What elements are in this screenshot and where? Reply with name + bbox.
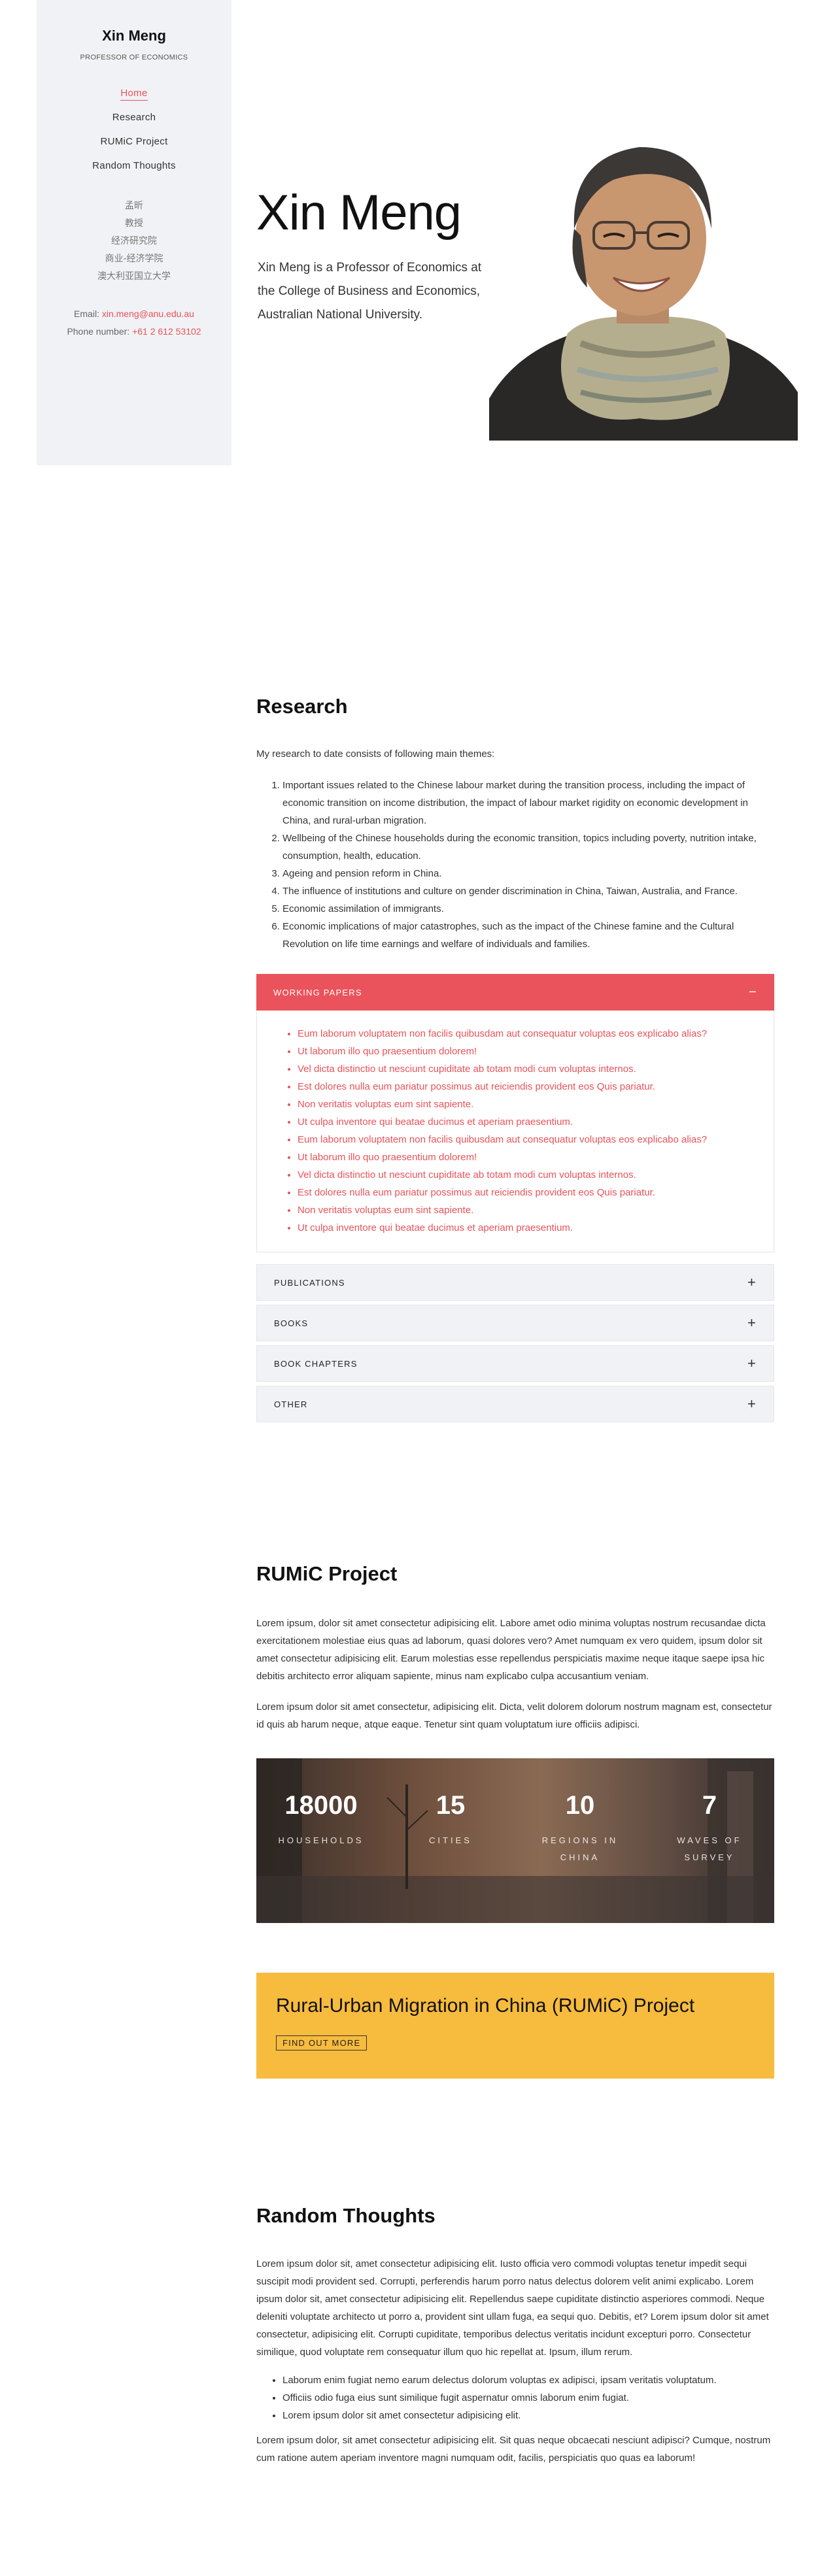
- paper-link[interactable]: Ut laborum illo quo praesentium dolorem!: [298, 1148, 774, 1166]
- phone-row: Phone number: +61 2 612 53102: [37, 323, 231, 341]
- random-thoughts-heading: Random Thoughts: [256, 2204, 436, 2227]
- chinese-line: 澳大利亚国立大学: [97, 271, 171, 282]
- sidebar-nav: Home Research RUMiC Project Random Thoug…: [37, 81, 231, 178]
- stats-banner: 18000 HOUSEHOLDS 15 CITIES 10 REGIONS IN…: [256, 1758, 774, 1923]
- stat-waves: 7 WAVES OF SURVEY: [645, 1758, 774, 1923]
- accordion-label: BOOK CHAPTERS: [274, 1358, 358, 1369]
- chinese-titles: 孟昕 教授 经济研究院 商业-经济学院 澳大利亚国立大学: [37, 197, 231, 286]
- plus-icon[interactable]: +: [747, 1274, 757, 1291]
- nav-item-random-thoughts[interactable]: Random Thoughts: [37, 154, 231, 178]
- list-item: Laborum enim fugiat nemo earum delectus …: [282, 2371, 773, 2389]
- thoughts-bullet-list: Laborum enim fugiat nemo earum delectus …: [256, 2371, 773, 2424]
- accordion-working-papers: WORKING PAPERS − Eum laborum voluptatem …: [256, 974, 774, 1252]
- accordion-label: WORKING PAPERS: [273, 987, 362, 997]
- minus-icon[interactable]: −: [749, 985, 757, 1000]
- working-papers-list: Eum laborum voluptatem non facilis quibu…: [298, 1025, 774, 1237]
- stat-label: HOUSEHOLDS: [278, 1835, 364, 1845]
- nav-link-random-thoughts[interactable]: Random Thoughts: [92, 160, 176, 171]
- paper-link[interactable]: Est dolores nulla eum pariatur possimus …: [298, 1184, 774, 1201]
- hero-subtitle: Xin Meng is a Professor of Economics at …: [258, 261, 482, 322]
- paper-link[interactable]: Vel dicta distinctio ut nesciunt cupidit…: [298, 1166, 774, 1184]
- stat-number: 7: [702, 1791, 717, 1820]
- research-heading: Research: [256, 695, 348, 718]
- research-intro: My research to date consists of followin…: [256, 748, 495, 760]
- contact-block: Email: xin.meng@anu.edu.au Phone number:…: [37, 305, 231, 341]
- phone-link[interactable]: +61 2 612 53102: [132, 326, 201, 337]
- email-link[interactable]: xin.meng@anu.edu.au: [102, 309, 194, 319]
- chinese-line: 商业-经济学院: [105, 254, 163, 264]
- accordion-header-book-chapters[interactable]: BOOK CHAPTERS +: [256, 1345, 774, 1382]
- paper-link[interactable]: Ut culpa inventore qui beatae ducimus et…: [298, 1113, 774, 1131]
- accordion-header-books[interactable]: BOOKS +: [256, 1305, 774, 1341]
- list-item: Officiis odio fuga eius sunt similique f…: [282, 2389, 773, 2407]
- site-name[interactable]: Xin Meng: [37, 27, 231, 44]
- paper-link[interactable]: Eum laborum voluptatem non facilis quibu…: [298, 1131, 774, 1148]
- paper-link[interactable]: Non veritatis voluptas eum sint sapiente…: [298, 1201, 774, 1219]
- phone-label: Phone number:: [67, 326, 133, 337]
- list-item: Economic assimilation of immigrants.: [282, 900, 773, 918]
- cta-title: Rural-Urban Migration in China (RUMiC) P…: [276, 1995, 695, 2016]
- stat-number: 10: [565, 1791, 595, 1820]
- stat-regions: 10 REGIONS IN CHINA: [515, 1758, 645, 1923]
- list-item: Wellbeing of the Chinese households duri…: [282, 829, 773, 865]
- stat-label: CITIES: [429, 1835, 472, 1845]
- sidebar: Xin Meng PROFESSOR OF ECONOMICS Home Res…: [37, 0, 231, 465]
- list-item: Lorem ipsum dolor sit amet consectetur a…: [282, 2407, 773, 2424]
- accordion-body-working-papers: Eum laborum voluptatem non facilis quibu…: [256, 1011, 774, 1252]
- list-item: Economic implications of major catastrop…: [282, 918, 773, 953]
- stat-label: REGIONS IN CHINA: [541, 1835, 619, 1862]
- rumic-cta-box: Rural-Urban Migration in China (RUMiC) P…: [256, 1973, 774, 2079]
- paper-link[interactable]: Non veritatis voluptas eum sint sapiente…: [298, 1096, 774, 1113]
- paper-link[interactable]: Ut laborum illo quo praesentium dolorem!: [298, 1043, 774, 1060]
- nav-link-research[interactable]: Research: [112, 112, 156, 123]
- email-row: Email: xin.meng@anu.edu.au: [37, 305, 231, 323]
- chinese-line: 孟昕: [125, 201, 143, 211]
- research-themes-list: Important issues related to the Chinese …: [256, 777, 773, 953]
- nav-link-home[interactable]: Home: [120, 88, 148, 101]
- rumic-paragraph-2: Lorem ipsum dolor sit amet consectetur, …: [256, 1701, 772, 1730]
- nav-link-rumic[interactable]: RUMiC Project: [100, 136, 167, 147]
- paper-link[interactable]: Vel dicta distinctio ut nesciunt cupidit…: [298, 1060, 774, 1078]
- nav-item-home[interactable]: Home: [37, 81, 231, 105]
- accordion-header-publications[interactable]: PUBLICATIONS +: [256, 1264, 774, 1301]
- list-item: The influence of institutions and cultur…: [282, 882, 773, 900]
- paper-link[interactable]: Ut culpa inventore qui beatae ducimus et…: [298, 1219, 774, 1237]
- paper-link[interactable]: Est dolores nulla eum pariatur possimus …: [298, 1078, 774, 1096]
- plus-icon[interactable]: +: [747, 1314, 757, 1331]
- paper-link[interactable]: Eum laborum voluptatem non facilis quibu…: [298, 1025, 774, 1043]
- portrait-image: [489, 118, 798, 441]
- accordion-label: BOOKS: [274, 1318, 309, 1328]
- stat-number: 15: [436, 1791, 466, 1820]
- hero-title: Xin Meng: [256, 185, 462, 241]
- stat-label: WAVES OF SURVEY: [677, 1835, 742, 1862]
- accordion-label: PUBLICATIONS: [274, 1277, 345, 1288]
- site-role: PROFESSOR OF ECONOMICS: [80, 54, 188, 61]
- nav-item-rumic[interactable]: RUMiC Project: [37, 129, 231, 154]
- email-label: Email:: [74, 309, 102, 319]
- accordion-header-working-papers[interactable]: WORKING PAPERS −: [256, 974, 774, 1011]
- thoughts-paragraph-2: Lorem ipsum dolor, sit amet consectetur …: [256, 2435, 771, 2464]
- rumic-paragraph-1: Lorem ipsum, dolor sit amet consectetur …: [256, 1618, 766, 1682]
- stat-cities: 15 CITIES: [386, 1758, 515, 1923]
- thoughts-paragraph-1: Lorem ipsum dolor sit, amet consectetur …: [256, 2258, 769, 2358]
- find-out-more-button[interactable]: FIND OUT MORE: [276, 2035, 367, 2050]
- list-item: Important issues related to the Chinese …: [282, 777, 773, 829]
- accordion-label: OTHER: [274, 1399, 308, 1409]
- stats-row: 18000 HOUSEHOLDS 15 CITIES 10 REGIONS IN…: [256, 1758, 774, 1923]
- nav-item-research[interactable]: Research: [37, 105, 231, 129]
- plus-icon[interactable]: +: [747, 1355, 757, 1372]
- chinese-line: 经济研究院: [111, 236, 157, 246]
- stat-number: 18000: [284, 1791, 358, 1820]
- chinese-line: 教授: [125, 218, 143, 229]
- rumic-heading: RUMiC Project: [256, 1562, 398, 1585]
- accordion-header-other[interactable]: OTHER +: [256, 1386, 774, 1422]
- list-item: Ageing and pension reform in China.: [282, 865, 773, 882]
- plus-icon[interactable]: +: [747, 1396, 757, 1413]
- stat-households: 18000 HOUSEHOLDS: [256, 1758, 386, 1923]
